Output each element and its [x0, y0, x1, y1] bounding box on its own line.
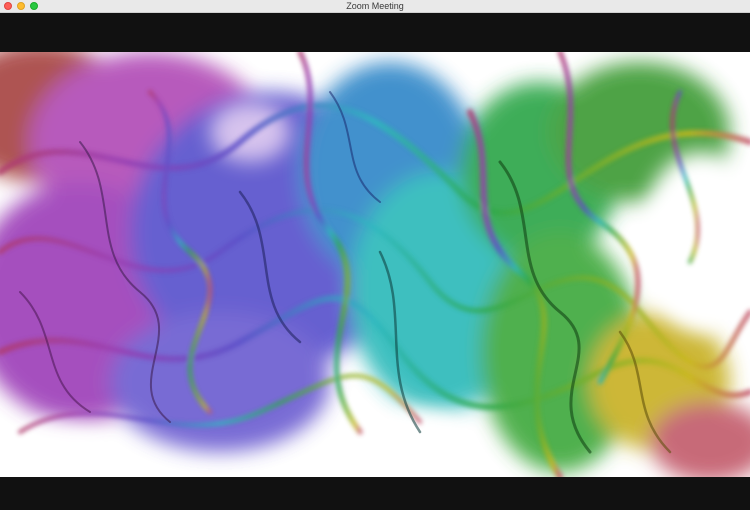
window-title: Zoom Meeting	[346, 1, 404, 11]
title-bar[interactable]: Zoom Meeting	[0, 0, 750, 13]
bottom-letterbox	[0, 477, 750, 510]
top-letterbox	[0, 13, 750, 52]
zoom-meeting-window: Zoom Meeting	[0, 0, 750, 510]
shared-video[interactable]	[0, 52, 750, 477]
rainbow-smoke-image	[0, 52, 750, 477]
